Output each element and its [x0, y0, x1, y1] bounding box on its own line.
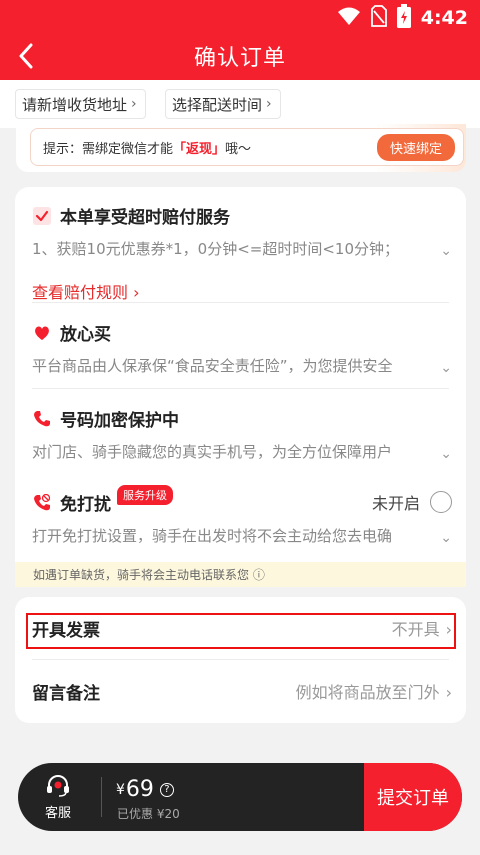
customer-service-label: 客服 [44, 805, 71, 821]
remark-label: 留言备注 [32, 683, 100, 704]
question-icon[interactable]: ? [159, 782, 174, 797]
notice-wrap: 提示：需绑定微信才能 「返现」 哦～ 快速绑定 [16, 124, 466, 172]
battery-icon [396, 4, 411, 32]
overtime-title-row: 本单享受超时赔付服务 [32, 203, 452, 228]
no-disturb-title: 免打扰 [60, 495, 111, 515]
privacy-title-row: 号码加密保护中 [32, 406, 452, 431]
no-sim-icon [370, 5, 387, 31]
radio-button[interactable] [430, 491, 452, 513]
currency-symbol: ¥ [116, 781, 125, 798]
wechat-bind-notice: 提示：需绑定微信才能 「返现」 哦～ 快速绑定 [30, 128, 464, 166]
remark-row[interactable]: 留言备注 例如将商品放至门外 › [32, 671, 452, 711]
discount-text: 已优惠 ¥20 [117, 807, 180, 821]
headset-icon [47, 774, 69, 797]
no-disturb-toggle[interactable]: 未开启 [372, 490, 452, 514]
overtime-title: 本单享受超时赔付服务 [60, 208, 230, 228]
add-address-label: 请新增收货地址 [22, 95, 128, 114]
safe-buy-desc: 平台商品由人保承保“食品安全责任险”，为您提供安全 [32, 357, 393, 375]
safe-buy-service: 放心买 平台商品由人保承保“食品安全责任险”，为您提供安全 ⌄ [32, 320, 452, 376]
notice-prefix: 提示：需绑定微信才能 [43, 141, 174, 157]
divider [32, 388, 449, 389]
out-of-stock-note: 如遇订单缺货，骑手将会主动电话联系您 ⓘ [15, 562, 466, 587]
chevron-right-icon: › [266, 96, 272, 112]
status-bar: 4:42 [0, 0, 480, 34]
no-disturb-status: 未开启 [371, 494, 420, 513]
annotation-highlight-box [26, 613, 456, 649]
checkout-bar: 客服 ¥ 69 ? 已优惠 ¥20 提交订单 [18, 763, 462, 831]
wifi-icon [337, 6, 361, 30]
divider [32, 302, 449, 303]
address-band: 请新增收货地址 › 选择配送时间 › [0, 80, 480, 128]
chevron-right-icon: › [131, 96, 137, 112]
expand-down-icon[interactable]: ⌄ [440, 530, 452, 546]
divider [101, 777, 102, 817]
expand-down-icon[interactable]: ⌄ [440, 360, 452, 376]
remark-placeholder: 例如将商品放至门外 [295, 683, 440, 702]
expand-down-icon[interactable]: ⌄ [440, 243, 452, 259]
safe-buy-title: 放心买 [60, 325, 111, 345]
overtime-desc: 1、获赔10元优惠券*1，0分钟<=超时时间<10分钟； [32, 240, 400, 258]
delivery-time-label: 选择配送时间 [172, 95, 263, 114]
no-disturb-desc: 打开免打扰设置，骑手在出发时将不会主动给您去电确 [32, 527, 393, 545]
privacy-desc: 对门店、骑手隐藏您的真实手机号，为全方位保障用户 [32, 443, 393, 461]
no-disturb-service: 免打扰 服务升级 未开启 打开免打扰设置，骑手在出发时将不会主动给您去电确 ⌄ [32, 484, 452, 546]
phone-icon [32, 409, 52, 429]
total-price: ¥ 69 ? [116, 777, 174, 802]
customer-service-button[interactable]: 客服 [18, 763, 98, 831]
service-upgrade-badge: 服务升级 [117, 484, 173, 505]
overtime-service: 本单享受超时赔付服务 1、获赔10元优惠券*1，0分钟<=超时时间<10分钟； … [32, 203, 452, 303]
quick-bind-button[interactable]: 快速绑定 [376, 133, 455, 161]
page-title: 确认订单 [193, 46, 286, 71]
status-time: 4:42 [420, 7, 468, 29]
chevron-right-icon: › [445, 683, 452, 702]
delivery-time-chip[interactable]: 选择配送时间 › [165, 89, 281, 119]
privacy-service: 号码加密保护中 对门店、骑手隐藏您的真实手机号，为全方位保障用户 ⌄ [32, 406, 452, 462]
submit-order-button[interactable]: 提交订单 [364, 763, 462, 831]
add-address-chip[interactable]: 请新增收货地址 › [15, 89, 146, 119]
view-compensation-rules-link[interactable]: 查看赔付规则 › [32, 279, 452, 303]
notice-suffix: 哦～ [225, 141, 252, 157]
status-icons: 4:42 [337, 4, 468, 32]
expand-down-icon[interactable]: ⌄ [440, 446, 452, 462]
privacy-title: 号码加密保护中 [60, 411, 179, 431]
divider [32, 659, 449, 660]
nav-bar: 确认订单 [0, 34, 480, 78]
safe-buy-title-row: 放心买 [32, 320, 452, 345]
phone-off-icon [32, 493, 52, 513]
notice-highlight: 「返现」 [173, 141, 226, 157]
checkmark-icon [32, 206, 52, 226]
heart-icon [32, 323, 52, 343]
remark-value-wrap: 例如将商品放至门外 › [296, 679, 452, 703]
services-card: 本单享受超时赔付服务 1、获赔10元优惠券*1，0分钟<=超时时间<10分钟； … [15, 187, 466, 587]
price-amount: 69 [125, 777, 154, 802]
